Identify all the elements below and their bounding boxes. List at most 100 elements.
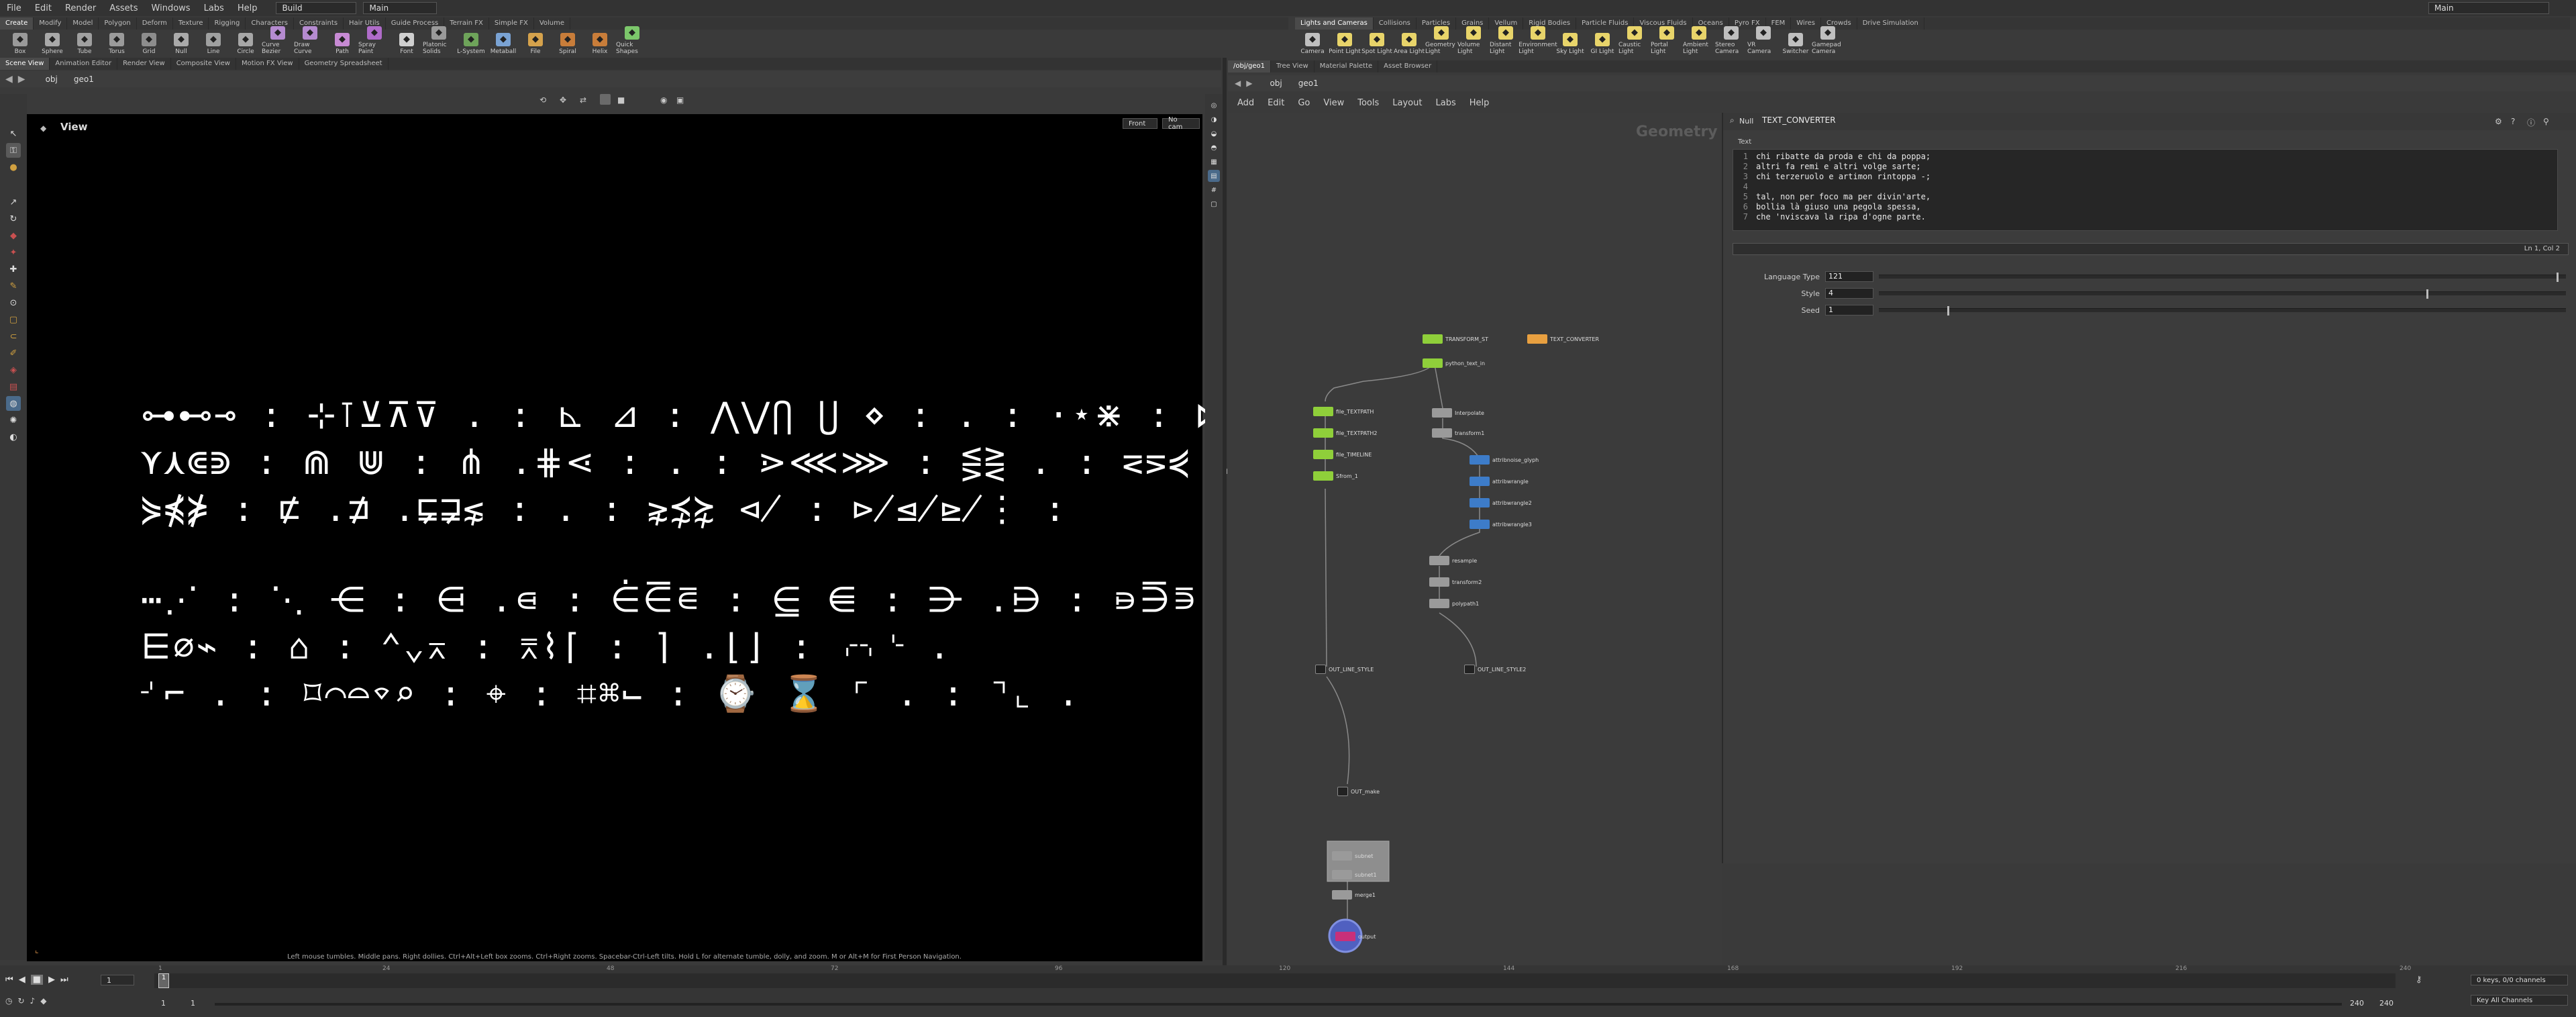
camera-tool-icon[interactable]: ◈: [6, 362, 21, 377]
shelf-left-tool-15[interactable]: ◆ Metaball: [487, 33, 519, 55]
node-body[interactable]: [1429, 556, 1449, 565]
menu-render[interactable]: Render: [58, 3, 103, 13]
network-pane-tab-1[interactable]: Tree View: [1271, 60, 1315, 72]
shelf-left-tool-1[interactable]: ◆ Sphere: [36, 33, 68, 55]
grid-toggle-icon[interactable]: ▦: [1208, 156, 1220, 168]
menu-help[interactable]: Help: [231, 3, 264, 13]
shelf-right-tool-12[interactable]: ◆ Ambient Light: [1683, 26, 1715, 55]
network-node-3[interactable]: file_TEXTPATH: [1313, 407, 1374, 416]
shelf-right-tool-8[interactable]: ◆ Sky Light: [1554, 33, 1586, 55]
node-body[interactable]: [1315, 665, 1326, 674]
shelf-left-tab-1[interactable]: Modify: [34, 17, 68, 30]
shelf-left-tab-12[interactable]: Simple FX: [489, 17, 534, 30]
network-node-6[interactable]: Sfrom_1: [1313, 471, 1358, 481]
shelf-left-tool-8[interactable]: ◆ Curve Bezier: [262, 26, 294, 55]
node-body[interactable]: [1337, 787, 1348, 796]
select-tool-icon[interactable]: ↖: [6, 126, 21, 141]
range-start-2[interactable]: 1: [191, 999, 195, 1008]
shelf-left-tool-3[interactable]: ◆ Torus: [101, 33, 133, 55]
menu-windows[interactable]: Windows: [145, 3, 197, 13]
node-name-field[interactable]: TEXT_CONVERTER: [1762, 115, 1836, 125]
render-region-icon[interactable]: ▢: [6, 312, 21, 327]
jump-end-icon[interactable]: ⏭: [60, 975, 68, 985]
lock-icon[interactable]: ⚿: [6, 143, 21, 158]
network-node-17[interactable]: OUT_LINE_STYLE2: [1464, 665, 1526, 674]
shelf-right-tool-1[interactable]: ◆ Point Light: [1329, 33, 1361, 55]
node-body[interactable]: [1429, 599, 1449, 608]
network-node-12[interactable]: attribwrangle3: [1470, 520, 1532, 529]
keys-status[interactable]: 0 keys, 0/0 channels: [2471, 975, 2568, 985]
display-icon[interactable]: ■: [617, 95, 625, 105]
network-node-21[interactable]: OUT_make: [1337, 787, 1380, 796]
node-body[interactable]: [1423, 334, 1443, 344]
shelf-right-tool-15[interactable]: ◆ Switcher: [1780, 33, 1812, 55]
network-node-0[interactable]: TRANSFORM_ST: [1423, 334, 1488, 344]
network-node-11[interactable]: attribwrangle2: [1470, 498, 1532, 507]
snap-icon[interactable]: [600, 94, 611, 105]
help-icon[interactable]: ?: [2511, 117, 2515, 126]
path-obj[interactable]: obj: [46, 75, 58, 84]
shelf-right-tool-13[interactable]: ◆ Stereo Camera: [1715, 26, 1747, 55]
magnet-icon[interactable]: ⊂: [6, 329, 21, 344]
shelf-left-tool-9[interactable]: ◆ Draw Curve: [294, 26, 326, 55]
net-menu-labs[interactable]: Labs: [1435, 98, 1455, 108]
network-node-8[interactable]: transform1: [1432, 428, 1484, 438]
range-end-2[interactable]: 240: [2379, 999, 2393, 1008]
shelf-right-tool-3[interactable]: ◆ Area Light: [1393, 33, 1425, 55]
shelf-right-tool-7[interactable]: ◆ Environment Light: [1518, 26, 1557, 55]
viewer-pane-tab-1[interactable]: Animation Editor: [50, 58, 118, 70]
net-back-icon[interactable]: ◀: [1235, 79, 1241, 88]
lighting-icon[interactable]: ◉: [660, 95, 667, 105]
pane-divider[interactable]: [1223, 58, 1227, 965]
node-body[interactable]: [1313, 450, 1333, 459]
shelf-left-tool-16[interactable]: ◆ File: [519, 33, 552, 55]
shelf-left-tool-18[interactable]: ◆ Helix: [584, 33, 616, 55]
network-node-2[interactable]: python_text_in: [1423, 358, 1485, 368]
shelf-right-tool-16[interactable]: ◆ Gamepad Camera: [1812, 26, 1844, 55]
shelf-left-tool-4[interactable]: ◆ Grid: [133, 33, 165, 55]
network-pane-tab-0[interactable]: /obj/geo1: [1228, 60, 1271, 72]
shelf-left-tab-3[interactable]: Polygon: [99, 17, 137, 30]
shelf-right-tab-0[interactable]: Lights and Cameras: [1295, 17, 1374, 30]
shelf-right-tool-5[interactable]: ◆ Volume Light: [1457, 26, 1490, 55]
range-start[interactable]: 1: [161, 999, 166, 1008]
slider-handle[interactable]: [2426, 289, 2428, 299]
parm-slider[interactable]: [1879, 289, 2566, 299]
shelf-left-tool-12[interactable]: ◆ Font: [391, 33, 423, 55]
audio-icon[interactable]: ♪: [30, 996, 36, 1006]
shelf-left-tool-2[interactable]: ◆ Tube: [68, 33, 101, 55]
no-cam-menu[interactable]: No cam: [1162, 116, 1200, 131]
shelf-left-tool-7[interactable]: ◆ Circle: [229, 33, 262, 55]
net-menu-edit[interactable]: Edit: [1268, 98, 1284, 108]
node-body[interactable]: [1432, 428, 1452, 438]
path-geo[interactable]: geo1: [74, 75, 94, 84]
shelf-right-tool-14[interactable]: ◆ VR Camera: [1747, 26, 1780, 55]
point-numbers-icon[interactable]: #: [1208, 184, 1220, 196]
ghost-icon[interactable]: ◑: [1208, 113, 1220, 126]
network-node-10[interactable]: attribwrangle: [1470, 477, 1529, 486]
node-body[interactable]: [1470, 455, 1490, 465]
range-end[interactable]: 240: [2350, 999, 2364, 1008]
realtime-icon[interactable]: ◷: [5, 996, 12, 1006]
network-node-7[interactable]: Interpolate: [1432, 408, 1484, 418]
timeline-scrubber[interactable]: 1: [154, 973, 2395, 988]
shelf-right-tool-11[interactable]: ◆ Portal Light: [1651, 26, 1683, 55]
menu-labs[interactable]: Labs: [197, 3, 231, 13]
net-forward-icon[interactable]: ▶: [1246, 79, 1252, 88]
prim-numbers-icon[interactable]: ▢: [1208, 198, 1220, 210]
wireframe-icon[interactable]: ▣: [676, 95, 684, 105]
shelf-left-tab-6[interactable]: Rigging: [209, 17, 246, 30]
view-tool-icon[interactable]: ⊙: [6, 295, 21, 310]
parm-value-field[interactable]: 121: [1825, 271, 1873, 282]
viewer-pane-tab-4[interactable]: Motion FX View: [236, 58, 299, 70]
network-node-9[interactable]: attribnoise_glyph: [1470, 455, 1539, 465]
shelf-right-tool-9[interactable]: ◆ GI Light: [1586, 33, 1618, 55]
node-body[interactable]: [1470, 498, 1490, 507]
viewer-pane-tab-2[interactable]: Render View: [117, 58, 171, 70]
viewer-pane-tab-3[interactable]: Composite View: [171, 58, 236, 70]
network-pane-tab-3[interactable]: Asset Browser: [1378, 60, 1438, 72]
network-node-20[interactable]: merge1: [1332, 890, 1376, 900]
shelf-left-tab-13[interactable]: Volume: [534, 17, 571, 30]
desktop-dropdown[interactable]: Build: [276, 2, 357, 14]
network-node-14[interactable]: transform2: [1429, 577, 1482, 587]
